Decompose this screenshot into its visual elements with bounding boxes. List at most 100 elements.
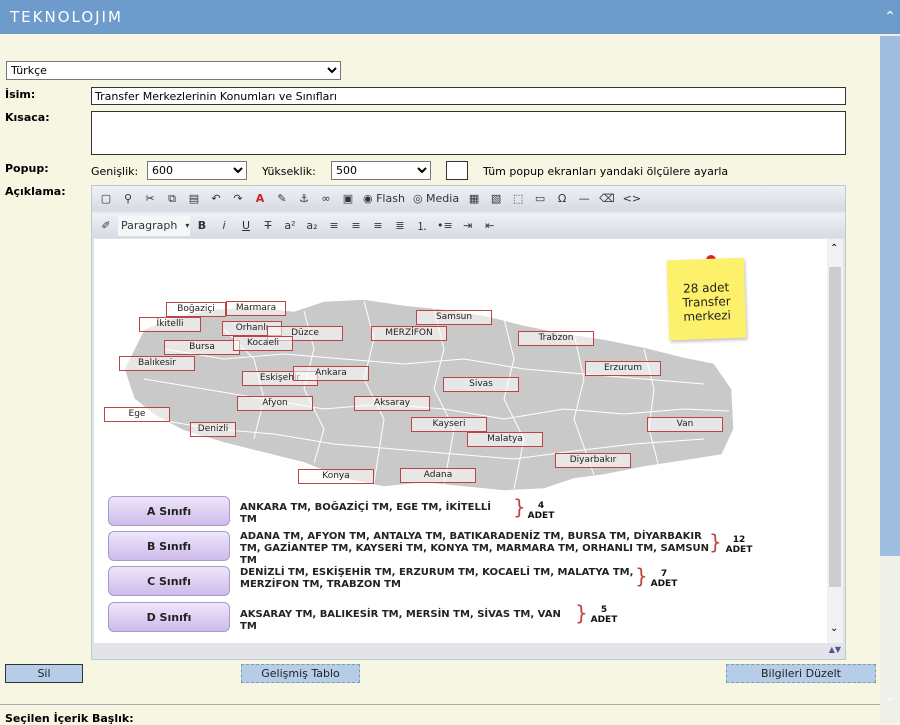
bold-icon[interactable]: B [192,216,212,236]
highlight-icon[interactable]: ✎ [272,189,292,209]
show-blocks-icon[interactable]: ⬚ [508,189,528,209]
rich-text-editor[interactable]: ▢ ⚲ ✂ ⧉ ▤ ↶ ↷ A ✎ ⚓ ∞ ▣ ◉ Flash ◎ Media … [91,185,846,660]
city-label: Aksaray [354,396,430,411]
strike-icon[interactable]: T [258,216,278,236]
class-c-button: C Sınıfı [108,566,230,596]
count-unit: ADET [650,579,678,589]
class-b-count: 12 ADET [723,535,755,555]
kisaca-label: Kısaca: [5,111,50,124]
text-color-icon[interactable]: A [250,189,270,209]
superscript-icon[interactable]: a² [280,216,300,236]
special-char-icon[interactable]: Ω [552,189,572,209]
city-label: Ege [104,407,170,422]
table-edit-icon[interactable]: ▧ [486,189,506,209]
class-a-text: ANKARA TM, BOĞAZİÇİ TM, EGE TM, İKİTELLİ… [240,502,491,525]
numbered-list-icon[interactable]: ⒈ [412,216,432,236]
city-label: Kocaeli [233,336,293,351]
page-scrollbar[interactable]: ⌃ ⌄ [880,0,900,723]
media-label: Media [426,192,460,205]
format-select[interactable]: Paragraph ▾ [118,215,190,236]
editor-scrollbar[interactable]: ⌃ ⌄ [827,239,843,644]
popup-label: Popup: [5,162,49,175]
redo-icon[interactable]: ↷ [228,189,248,209]
flash-button[interactable]: ◉ Flash [360,189,408,209]
editor-toolbar-2: ✐ Paragraph ▾ B i U T a² a₂ ≡ ≡ ≡ ≣ ⒈ •≡ … [92,213,845,238]
horizontal-rule-icon[interactable]: — [574,189,594,209]
resize-icon[interactable]: ▲▼ [829,645,841,654]
italic-icon[interactable]: i [214,216,234,236]
justify-icon[interactable]: ≣ [390,216,410,236]
align-center-icon[interactable]: ≡ [346,216,366,236]
brace-icon: } [635,564,648,588]
city-label: Konya [298,469,374,484]
isim-label: İsim: [5,88,36,101]
scroll-thumb[interactable] [880,36,900,556]
kisaca-textarea[interactable] [91,111,846,155]
apply-all-checkbox[interactable] [446,161,468,180]
scroll-up-icon[interactable]: ⌃ [880,0,900,34]
flash-icon: ◉ [363,192,377,205]
format-arrow-icon: ▾ [185,221,190,230]
table-icon[interactable]: ▦ [464,189,484,209]
city-label: İkitelli [139,317,201,332]
app-logo: TEKNOLOJIM [10,8,123,26]
secilen-label: Seçilen İçerik Başlık: [5,712,134,725]
subscript-icon[interactable]: a₂ [302,216,322,236]
undo-icon[interactable]: ↶ [206,189,226,209]
city-label: Adana [400,468,476,483]
brace-icon: } [513,495,526,519]
link-icon[interactable]: ∞ [316,189,336,209]
source-icon[interactable]: ▢ [96,189,116,209]
count-value: 5 [600,605,608,615]
count-value: 7 [660,569,668,579]
editor-toolbar-1: ▢ ⚲ ✂ ⧉ ▤ ↶ ↷ A ✎ ⚓ ∞ ▣ ◉ Flash ◎ Media … [92,186,845,211]
width-select[interactable]: 600 [147,161,247,180]
copy-icon[interactable]: ⧉ [162,189,182,209]
outdent-icon[interactable]: ⇤ [480,216,500,236]
class-b-text: ADANA TM, AFYON TM, ANTALYA TM, BATIKARA… [240,531,710,566]
align-right-icon[interactable]: ≡ [368,216,388,236]
advanced-table-button[interactable]: Gelişmiş Tablo [241,664,360,683]
city-label: Erzurum [585,361,661,376]
city-label: Afyon [237,396,313,411]
class-d-text: AKSARAY TM, BALIKESİR TM, MERSİN TM, SİV… [240,609,561,632]
scroll-down-icon[interactable]: ⌄ [830,623,838,634]
editor-resize-bar[interactable]: ▲▼ [92,643,845,659]
eraser-icon[interactable]: ⌫ [596,189,618,209]
align-left-icon[interactable]: ≡ [324,216,344,236]
city-label: Van [647,417,723,432]
image-icon[interactable]: ▣ [338,189,358,209]
scroll-up-icon[interactable]: ⌃ [830,243,838,254]
height-select[interactable]: 500 [331,161,431,180]
code-icon[interactable]: <> [620,189,644,209]
brace-icon: } [709,530,722,554]
isim-input[interactable] [91,87,846,105]
section-divider [0,704,880,705]
template-icon[interactable]: ▭ [530,189,550,209]
update-info-button[interactable]: Bilgileri Düzelt [726,664,876,683]
city-label: Marmara [226,301,286,316]
media-icon: ◎ [412,192,427,205]
bullet-list-icon[interactable]: •≡ [434,216,456,236]
find-icon[interactable]: ⚲ [118,189,138,209]
delete-button[interactable]: Sil [5,664,83,683]
apply-all-label: Tüm popup ekranları yandaki ölçülere aya… [483,165,729,178]
height-label: Yükseklik: [262,165,316,178]
paste-icon[interactable]: ▤ [184,189,204,209]
cut-icon[interactable]: ✂ [140,189,160,209]
editor-scroll-thumb[interactable] [829,267,841,587]
media-button[interactable]: ◎ Media [410,189,462,209]
city-label: Trabzon [518,331,594,346]
language-select[interactable]: Türkçe [6,61,341,80]
scroll-down-icon[interactable]: ⌄ [880,689,900,709]
class-c-count: 7 ADET [648,569,680,589]
anchor-icon[interactable]: ⚓ [294,189,314,209]
underline-icon[interactable]: U [236,216,256,236]
style-icon[interactable]: ✐ [96,216,116,236]
city-label: Boğaziçi [166,302,226,317]
class-a-count: 4 ADET [526,501,556,521]
app-header: TEKNOLOJIM [0,0,880,34]
editor-content[interactable]: Boğaziçi Marmara İkitelli Orhanlı Düzce … [94,239,843,644]
class-d-count: 5 ADET [588,605,620,625]
indent-icon[interactable]: ⇥ [458,216,478,236]
